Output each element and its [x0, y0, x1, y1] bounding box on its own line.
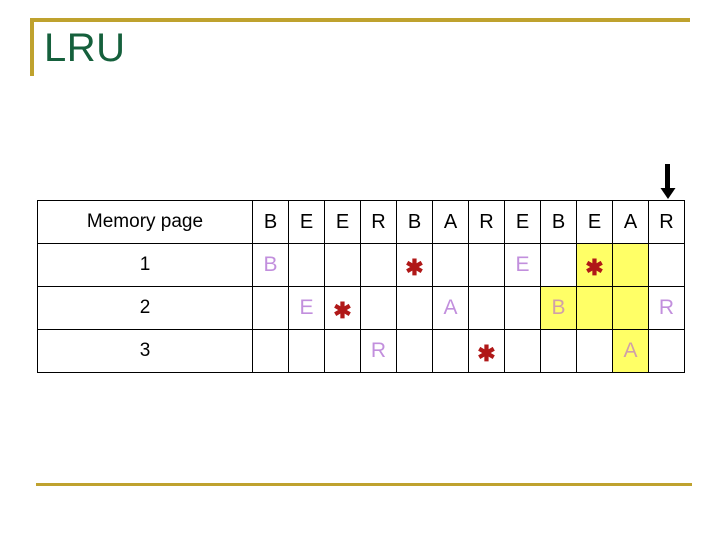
cell-r3c6 — [432, 329, 469, 373]
cell-r1c2 — [288, 243, 325, 287]
ref-col-10: E — [576, 200, 613, 244]
ref-col-8: E — [504, 200, 541, 244]
cell-r3c9 — [540, 329, 577, 373]
ref-col-6: A — [432, 200, 469, 244]
cell-r3c1 — [252, 329, 289, 373]
ref-col-7: R — [468, 200, 505, 244]
ref-col-4: R — [360, 200, 397, 244]
ref-col-2: E — [288, 200, 325, 244]
ref-col-11: A — [612, 200, 649, 244]
cell-r3c7: ✱ — [468, 329, 505, 373]
cell-r3c2 — [288, 329, 325, 373]
cell-r1c4 — [360, 243, 397, 287]
page-title: LRU — [44, 26, 126, 70]
row-label-1: 1 — [37, 243, 253, 287]
cell-r3c4: R — [360, 329, 397, 373]
lru-page-replacement-table: Memory page B E E R B A R E B E A R 1 B … — [37, 200, 685, 373]
cell-r1c10: ✱ — [576, 243, 613, 287]
cell-r2c10 — [576, 286, 613, 330]
ref-col-5: B — [396, 200, 433, 244]
cell-r1c12 — [648, 243, 685, 287]
cell-r2c5 — [396, 286, 433, 330]
cell-r2c9: B — [540, 286, 577, 330]
cell-r1c3 — [324, 243, 361, 287]
cell-r3c12 — [648, 329, 685, 373]
table-row: 2 E ✱ A B R — [37, 286, 685, 330]
ref-col-12: R — [648, 200, 685, 244]
cell-r1c9 — [540, 243, 577, 287]
cell-r3c11: A — [612, 329, 649, 373]
down-arrow-icon — [659, 164, 677, 200]
title-top-rule — [30, 18, 690, 22]
ref-col-1: B — [252, 200, 289, 244]
ref-col-3: E — [324, 200, 361, 244]
cell-r1c11 — [612, 243, 649, 287]
table-row: 3 R ✱ A — [37, 329, 685, 373]
title-left-rule — [30, 18, 34, 76]
memory-page-header: Memory page — [37, 200, 253, 244]
cell-r2c1 — [252, 286, 289, 330]
row-label-3: 3 — [37, 329, 253, 373]
cell-r2c11 — [612, 286, 649, 330]
cell-r3c5 — [396, 329, 433, 373]
cell-r2c2: E — [288, 286, 325, 330]
title-frame: LRU — [30, 18, 690, 78]
cell-r1c6 — [432, 243, 469, 287]
cell-r2c8 — [504, 286, 541, 330]
table-row: 1 B ✱ E ✱ — [37, 243, 685, 287]
cell-r1c1: B — [252, 243, 289, 287]
cell-r3c10 — [576, 329, 613, 373]
cell-r3c3 — [324, 329, 361, 373]
cell-r2c6: A — [432, 286, 469, 330]
cell-r1c8: E — [504, 243, 541, 287]
table-header-row: Memory page B E E R B A R E B E A R — [37, 200, 685, 244]
cell-r2c3: ✱ — [324, 286, 361, 330]
cell-r2c12: R — [648, 286, 685, 330]
cell-r2c7 — [468, 286, 505, 330]
ref-col-9: B — [540, 200, 577, 244]
cell-r2c4 — [360, 286, 397, 330]
row-label-2: 2 — [37, 286, 253, 330]
cell-r3c8 — [504, 329, 541, 373]
cell-r1c7 — [468, 243, 505, 287]
footer-rule — [36, 483, 692, 486]
cell-r1c5: ✱ — [396, 243, 433, 287]
